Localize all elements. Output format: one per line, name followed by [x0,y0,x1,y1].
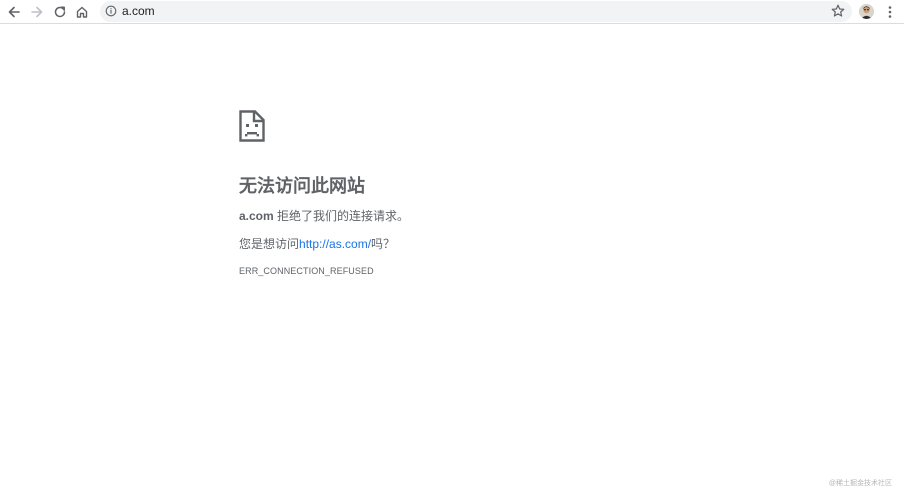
info-circle-icon[interactable] [105,5,117,17]
reload-button[interactable] [50,2,70,22]
url-text[interactable]: a.com [122,4,155,19]
star-icon[interactable] [830,3,846,19]
watermark: @稀土掘金技术社区 [828,480,892,487]
kebab-menu-icon [888,6,892,18]
arrow-right-icon [31,6,43,18]
error-title: 无法访问此网站 [239,176,365,196]
forward-button[interactable] [27,2,47,22]
error-refused-text: 拒绝了我们的连接请求。 [273,209,410,223]
suggestion-suffix: 吗？ [371,237,396,251]
error-host: a.com [239,209,274,223]
reload-icon [54,6,66,18]
address-bar[interactable]: a.com [100,1,852,22]
menu-button[interactable] [882,3,898,21]
sad-document-icon [239,110,265,142]
suggestion-prefix: 您是想访问 [239,237,300,251]
avatar[interactable] [859,4,874,19]
error-description: a.com 拒绝了我们的连接请求。 [239,208,409,224]
browser-toolbar: a.com [0,0,904,24]
error-suggestion: 您是想访问http://as.com/吗？ [239,236,395,252]
home-button[interactable] [72,2,92,22]
error-code: ERR_CONNECTION_REFUSED [239,266,374,276]
arrow-left-icon [8,6,20,18]
suggestion-link[interactable]: http://as.com/ [299,237,371,251]
back-button[interactable] [4,2,24,22]
profile-picture [859,4,874,19]
home-icon [76,6,88,18]
